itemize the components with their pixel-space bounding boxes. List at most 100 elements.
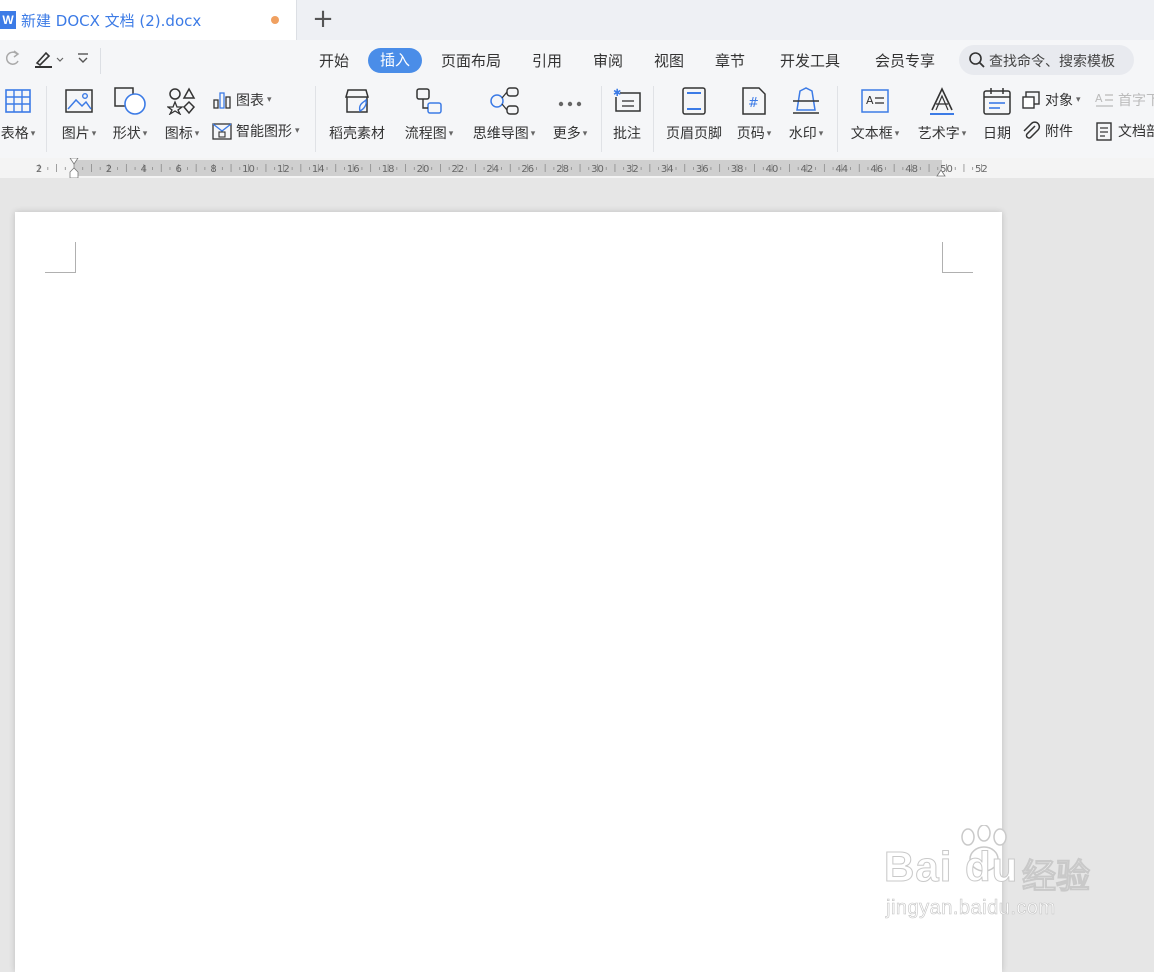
- menu-references[interactable]: 引用: [532, 50, 562, 71]
- dropcap-button[interactable]: A 首字下沉: [1094, 88, 1154, 112]
- page-number-label: 页码: [736, 126, 765, 142]
- document-tab[interactable]: W 新建 DOCX 文档 (2).docx: [0, 0, 297, 40]
- header-footer-icon: [681, 86, 707, 120]
- svg-text:A: A: [866, 94, 874, 107]
- ruler-label: 32: [626, 164, 639, 175]
- format-painter-icon[interactable]: [34, 49, 66, 73]
- picture-button[interactable]: 图片 ▾: [56, 80, 102, 158]
- ruler-scale: 2 2 4 6 8 10 12 14 16 18 20 22 24 26 28 30 32 34 36 38 40 42 4…: [0, 158, 1000, 178]
- ruler-label: 42: [801, 164, 814, 175]
- dropcap-icon: A: [1095, 92, 1113, 107]
- object-button[interactable]: 对象 ▾: [1021, 88, 1081, 112]
- search-placeholder: 查找命令、搜索模板: [989, 54, 1115, 70]
- icon-library-label: 图标: [164, 126, 193, 142]
- comment-label: 批注: [613, 126, 641, 142]
- menu-member[interactable]: 会员专享: [875, 50, 935, 71]
- document-tab-title: 新建 DOCX 文档 (2).docx: [21, 12, 202, 30]
- margin-corner-top-right: [942, 242, 973, 273]
- ribbon-divider: [653, 86, 654, 152]
- command-search-input[interactable]: 查找命令、搜索模板: [959, 45, 1134, 75]
- doc-parts-label: 文档部件: [1118, 124, 1154, 140]
- comment-button[interactable]: ✱ 批注: [606, 80, 648, 158]
- ruler-label: 20: [417, 164, 430, 175]
- more-label: 更多: [552, 126, 581, 142]
- ruler-label: 44: [835, 164, 848, 175]
- ribbon-divider: [46, 86, 47, 152]
- more-dots-icon: [557, 94, 583, 113]
- doc-parts-icon: [1096, 122, 1112, 141]
- menu-insert[interactable]: 插入: [368, 48, 422, 73]
- header-footer-button[interactable]: 页眉页脚: [660, 80, 728, 158]
- ribbon-divider: [601, 86, 602, 152]
- watermark-button[interactable]: 水印 ▾: [782, 80, 830, 158]
- bar-chart-icon: [213, 92, 231, 109]
- redo-icon[interactable]: [4, 49, 22, 71]
- wordart-button[interactable]: 艺术字 ▾: [911, 80, 973, 158]
- object-label: 对象: [1045, 93, 1073, 109]
- ribbon-divider: [837, 86, 838, 152]
- ruler-label: 36: [696, 164, 709, 175]
- watermark-label: 水印: [788, 126, 817, 142]
- shape-button[interactable]: 形状 ▾: [106, 80, 154, 158]
- mindmap-label: 思维导图: [472, 126, 529, 142]
- flowchart-button[interactable]: 流程图 ▾: [398, 80, 460, 158]
- ruler-label: 48: [905, 164, 918, 175]
- watermark-icon: [791, 86, 821, 120]
- ruler-label: 30: [591, 164, 604, 175]
- page-number-button[interactable]: # 页码 ▾: [731, 80, 777, 158]
- menu-view[interactable]: 视图: [654, 50, 684, 71]
- ruler-label: 22: [452, 164, 465, 175]
- icon-library-button[interactable]: 图标 ▾: [158, 80, 206, 158]
- header-footer-label: 页眉页脚: [666, 126, 722, 142]
- writer-doc-icon: W: [0, 11, 16, 29]
- daoke-material-button[interactable]: 稻壳素材: [322, 80, 392, 158]
- mindmap-icon: [488, 86, 520, 120]
- search-icon: [968, 51, 986, 73]
- ruler-label: 28: [556, 164, 569, 175]
- ruler-label: 14: [312, 164, 325, 175]
- svg-text:#: #: [748, 96, 759, 111]
- icons-grid-icon: [166, 87, 197, 119]
- unsaved-dot-icon: [271, 16, 279, 24]
- menu-chapter[interactable]: 章节: [715, 50, 745, 71]
- horizontal-ruler[interactable]: 2 2 4 6 8 10 12 14 16 18 20 22 24 26 28 30 32 34 36 38 40 42 4…: [0, 158, 1154, 178]
- comment-icon: ✱: [612, 87, 642, 119]
- table-button[interactable]: 表格 ▾: [0, 80, 40, 158]
- chart-button[interactable]: 图表 ▾: [212, 88, 272, 112]
- ruler-label: 38: [731, 164, 744, 175]
- svg-text:A: A: [1095, 92, 1103, 105]
- menu-developer-tools[interactable]: 开发工具: [780, 50, 840, 71]
- smartart-button[interactable]: 智能图形 ▾: [212, 119, 300, 143]
- ruler-label: 8: [210, 164, 216, 175]
- date-label: 日期: [983, 126, 1011, 142]
- customize-toolbar-icon[interactable]: [76, 51, 90, 71]
- textbox-button[interactable]: A 文本框 ▾: [843, 80, 907, 158]
- table-icon: [4, 88, 32, 118]
- document-canvas[interactable]: [0, 178, 1154, 972]
- mindmap-button[interactable]: 思维导图 ▾: [466, 80, 542, 158]
- flowchart-label: 流程图: [404, 126, 447, 142]
- menu-home[interactable]: 开始: [319, 50, 349, 71]
- ruler-label: 16: [347, 164, 360, 175]
- new-tab-button[interactable]: +: [308, 4, 338, 34]
- ruler-label: 4: [141, 164, 147, 175]
- paperclip-icon: [1023, 121, 1041, 139]
- svg-text:✱: ✱: [613, 88, 621, 99]
- shape-label: 形状: [112, 126, 141, 142]
- ruler-label: 46: [870, 164, 883, 175]
- doc-parts-button[interactable]: 文档部件: [1094, 119, 1154, 143]
- date-button[interactable]: 日期: [978, 80, 1016, 158]
- attachment-button[interactable]: 附件: [1021, 119, 1073, 143]
- more-button[interactable]: 更多 ▾: [546, 80, 594, 158]
- attachment-label: 附件: [1045, 124, 1073, 140]
- table-label: 表格: [0, 126, 29, 142]
- ruler-label: 6: [176, 164, 182, 175]
- picture-label: 图片: [61, 126, 90, 142]
- chart-label: 图表: [236, 93, 264, 109]
- ruler-label: 18: [382, 164, 395, 175]
- picture-icon: [64, 88, 94, 118]
- menu-review[interactable]: 审阅: [593, 50, 623, 71]
- smartart-label: 智能图形: [236, 124, 292, 140]
- document-page[interactable]: [15, 212, 1002, 972]
- menu-page-layout[interactable]: 页面布局: [441, 50, 501, 71]
